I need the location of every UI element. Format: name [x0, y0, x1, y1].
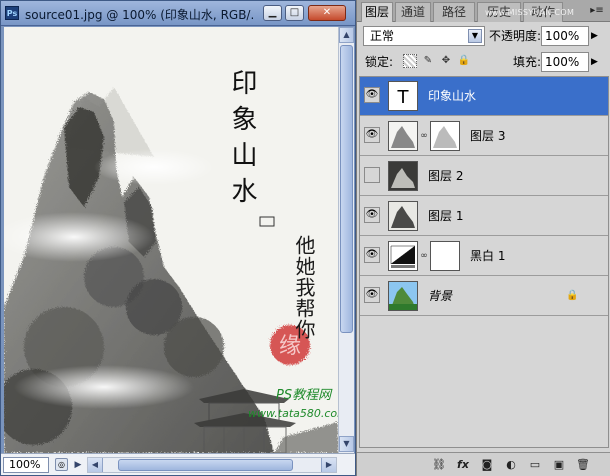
document-window: Ps source01.jpg @ 100% (印象山水, RGB/... ▁ … — [0, 0, 356, 476]
opacity-input[interactable]: 100% — [541, 26, 589, 46]
opacity-label: 不透明度: — [489, 29, 542, 43]
layer-list: 👁 T 印象山水 👁 ∞ 图层 3 👁 — [359, 76, 609, 448]
blend-mode-value: 正常 — [370, 29, 395, 43]
panel-menu-icon[interactable]: ▸≡ — [589, 5, 605, 17]
layer-mask-thumbnail[interactable] — [430, 241, 460, 271]
link-layers-icon[interactable]: ⛓ — [431, 457, 447, 473]
new-group-icon[interactable]: ▭ — [527, 457, 543, 473]
new-layer-icon[interactable]: ▣ — [551, 457, 567, 473]
mask-link-icon[interactable]: ∞ — [420, 130, 428, 142]
fill-slider-arrow-icon[interactable]: ▶ — [591, 56, 598, 68]
layer-row-background[interactable]: 👁 背景 🔒 — [360, 277, 608, 316]
site-name-label: PS教程网 — [276, 388, 333, 403]
maximize-button[interactable]: □ — [285, 5, 304, 21]
chevron-down-icon[interactable]: ▼ — [468, 29, 482, 43]
layer-name: 印象山水 — [428, 89, 477, 103]
minimize-button[interactable]: ▁ — [263, 5, 282, 21]
mask-link-icon[interactable]: ∞ — [420, 250, 428, 262]
panel-tab-bar: 图层 通道 路径 历史 动作 www.MISSYUAN.COM ▸≡ — [357, 0, 610, 22]
zoom-input[interactable]: 100% — [3, 457, 49, 473]
layer-name: 图层 1 — [428, 209, 464, 223]
layer-thumbnail — [388, 201, 418, 231]
text-layer-thumbnail: T — [388, 81, 418, 111]
calligraphy-title: 印象山水 — [227, 69, 257, 213]
ink-landscape-artwork: 缘 印象山水 他她我帮你 PS教程网 www.tata580.com — [4, 27, 338, 453]
scroll-right-icon[interactable]: ▶ — [321, 458, 336, 472]
site-watermark: www.MISSYUAN.COM — [485, 8, 575, 17]
tab-paths[interactable]: 路径 — [433, 2, 475, 22]
panel-footer-toolbar: ⛓ fx ◙ ◐ ▭ ▣ 🗑 — [357, 452, 610, 476]
lock-pixels-brush-icon[interactable]: ✎ — [421, 54, 435, 68]
document-title: source01.jpg @ 100% (印象山水, RGB/... — [25, 8, 253, 22]
opacity-slider-arrow-icon[interactable]: ▶ — [591, 30, 598, 42]
layer-name: 背景 — [428, 289, 453, 303]
lock-transparency-icon[interactable] — [403, 54, 417, 68]
layer-row-layer1[interactable]: 👁 图层 1 — [360, 197, 608, 236]
fill-input[interactable]: 100% — [541, 52, 589, 72]
scroll-left-icon[interactable]: ◀ — [88, 458, 103, 472]
background-thumbnail — [388, 281, 418, 311]
image-canvas[interactable]: 缘 印象山水 他她我帮你 PS教程网 www.tata580.com — [4, 27, 338, 453]
site-url-label: www.tata580.com — [248, 407, 338, 420]
layer-row-layer3[interactable]: 👁 ∞ 图层 3 — [360, 117, 608, 156]
adjustment-layer-icon — [388, 241, 418, 271]
horizontal-scrollbar[interactable]: ◀ ▶ — [87, 457, 337, 473]
horizontal-scroll-thumb[interactable] — [118, 459, 293, 471]
lock-icon: 🔒 — [566, 290, 579, 301]
tab-layers[interactable]: 图层 — [361, 2, 393, 22]
document-titlebar[interactable]: Ps source01.jpg @ 100% (印象山水, RGB/... ▁ … — [1, 1, 355, 26]
vertical-scrollbar[interactable]: ▲ ▼ — [338, 27, 354, 453]
layer-name: 图层 2 — [428, 169, 464, 183]
document-status-bar: 100% ◎ ▶ ◀ ▶ — [1, 453, 355, 475]
vertical-scroll-thumb[interactable] — [340, 45, 353, 333]
photoshop-logo-icon: Ps — [5, 6, 19, 20]
lock-label: 锁定: — [365, 55, 394, 69]
layer-mask-thumbnail[interactable] — [430, 121, 460, 151]
layer-row-layer2[interactable]: 👁 图层 2 — [360, 157, 608, 196]
blend-mode-select[interactable]: 正常 ▼ — [363, 26, 485, 46]
status-menu-arrow-icon[interactable]: ▶ — [72, 458, 84, 472]
status-info-icon[interactable]: ◎ — [55, 458, 68, 471]
photoshop-workspace: Ps source01.jpg @ 100% (印象山水, RGB/... ▁ … — [0, 0, 610, 476]
adjustment-icon[interactable]: ◐ — [503, 457, 519, 473]
visibility-eye-icon[interactable]: 👁 — [364, 87, 380, 103]
lock-position-move-icon[interactable]: ✥ — [439, 54, 453, 68]
visibility-eye-icon[interactable]: 👁 — [364, 247, 380, 263]
visibility-eye-icon[interactable]: 👁 — [364, 167, 380, 183]
visibility-eye-icon[interactable]: 👁 — [364, 127, 380, 143]
visibility-eye-icon[interactable]: 👁 — [364, 207, 380, 223]
layer-thumbnail — [388, 121, 418, 151]
scroll-down-icon[interactable]: ▼ — [339, 436, 354, 452]
scroll-up-icon[interactable]: ▲ — [339, 27, 354, 43]
fx-icon[interactable]: fx — [455, 457, 471, 473]
layer-thumbnail — [388, 161, 418, 191]
fill-label: 填充: — [513, 55, 542, 69]
visibility-eye-icon[interactable]: 👁 — [364, 287, 380, 303]
trash-icon[interactable]: 🗑 — [575, 457, 591, 473]
lock-all-icon[interactable]: 🔒 — [457, 54, 471, 68]
layer-name: 图层 3 — [470, 129, 506, 143]
svg-text:T: T — [397, 87, 410, 108]
layers-panel: 图层 通道 路径 历史 动作 www.MISSYUAN.COM ▸≡ 正常 ▼ … — [356, 0, 610, 476]
layer-row-text[interactable]: 👁 T 印象山水 — [360, 77, 608, 116]
layer-row-black-white[interactable]: 👁 ∞ 黑白 1 — [360, 237, 608, 276]
side-calligraphy: 他她我帮你 — [292, 235, 316, 340]
tab-channels[interactable]: 通道 — [395, 2, 431, 22]
add-mask-icon[interactable]: ◙ — [479, 457, 495, 473]
close-button[interactable]: ✕ — [308, 5, 346, 21]
layer-name: 黑白 1 — [470, 249, 506, 263]
